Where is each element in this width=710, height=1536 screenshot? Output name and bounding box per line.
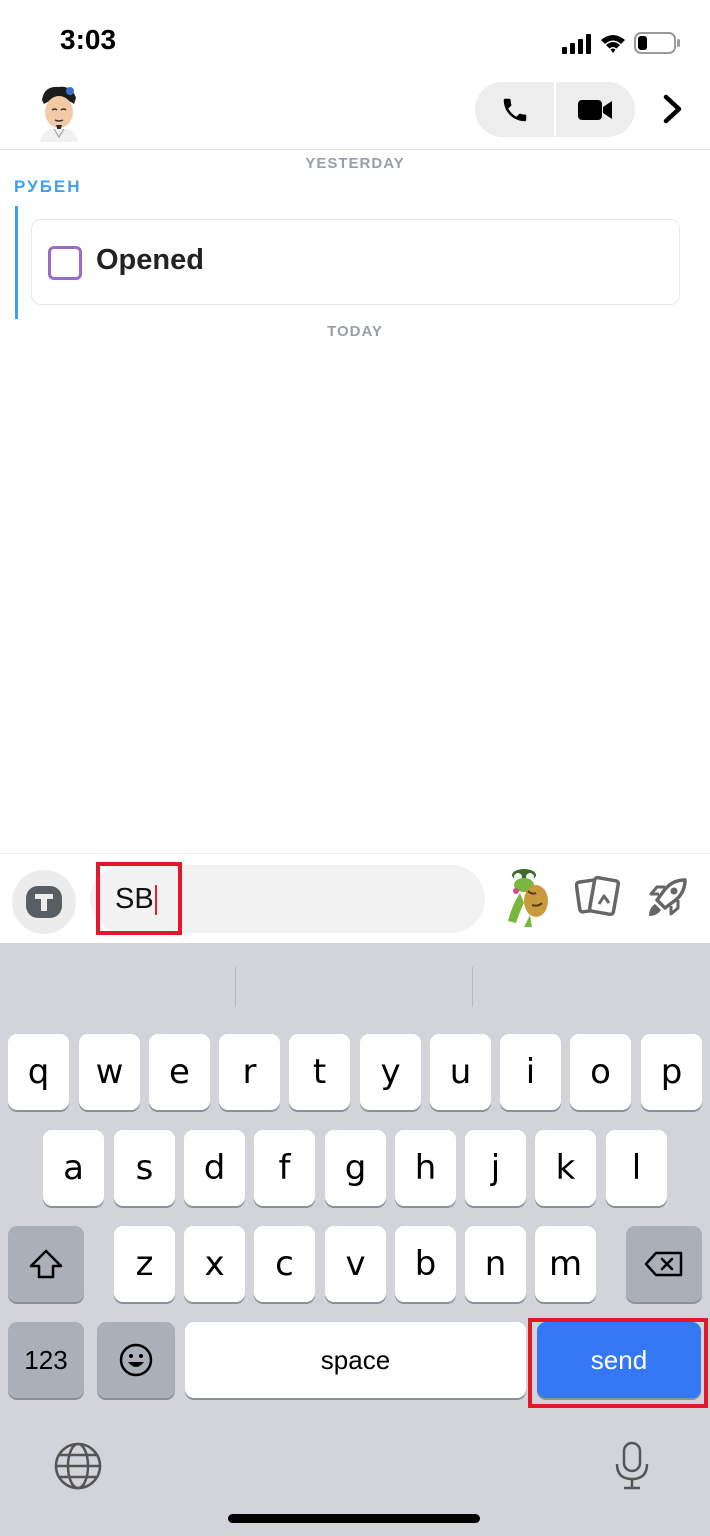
key-d[interactable]: d bbox=[184, 1130, 245, 1206]
text-tool-icon bbox=[26, 886, 62, 918]
key-f[interactable]: f bbox=[254, 1130, 315, 1206]
status-bar: 3:03 bbox=[0, 0, 710, 80]
status-time: 3:03 bbox=[60, 24, 117, 55]
sender-name: РУБЕН bbox=[14, 177, 82, 196]
phone-icon bbox=[503, 98, 526, 121]
space-key[interactable]: space bbox=[185, 1322, 526, 1398]
key-j[interactable]: j bbox=[465, 1130, 526, 1206]
key-t[interactable]: t bbox=[289, 1034, 350, 1110]
backspace-key[interactable] bbox=[626, 1226, 702, 1302]
send-highlight-box bbox=[528, 1318, 708, 1408]
key-b[interactable]: b bbox=[395, 1226, 456, 1302]
date-separator-today: TODAY bbox=[327, 323, 383, 340]
key-v[interactable]: v bbox=[325, 1226, 386, 1302]
key-p[interactable]: p bbox=[641, 1034, 702, 1110]
backspace-icon bbox=[644, 1251, 683, 1277]
call-buttons-group bbox=[475, 82, 635, 137]
keyboard: q w e r t y u i o p a s d f g h j k l z … bbox=[0, 943, 710, 1536]
input-highlight-box bbox=[96, 862, 182, 935]
snap-status-label: Opened bbox=[96, 244, 204, 276]
video-camera-icon bbox=[577, 99, 612, 120]
key-m[interactable]: m bbox=[535, 1226, 596, 1302]
key-u[interactable]: u bbox=[430, 1034, 491, 1110]
emoji-icon bbox=[119, 1343, 153, 1377]
date-separator-yesterday: YESTERDAY bbox=[305, 155, 405, 172]
cards-icon[interactable] bbox=[575, 874, 621, 920]
key-z[interactable]: z bbox=[114, 1226, 175, 1302]
key-o[interactable]: o bbox=[570, 1034, 631, 1110]
shift-icon bbox=[29, 1249, 63, 1279]
rocket-icon[interactable] bbox=[645, 874, 691, 920]
emoji-key[interactable] bbox=[97, 1322, 175, 1398]
key-g[interactable]: g bbox=[325, 1130, 386, 1206]
key-n[interactable]: n bbox=[465, 1226, 526, 1302]
wifi-icon bbox=[601, 35, 625, 53]
globe-icon[interactable] bbox=[52, 1440, 104, 1492]
key-e[interactable]: e bbox=[149, 1034, 210, 1110]
cellular-signal-icon bbox=[562, 34, 591, 54]
key-y[interactable]: y bbox=[360, 1034, 421, 1110]
suggestion-divider bbox=[235, 967, 236, 1007]
key-s[interactable]: s bbox=[114, 1130, 175, 1206]
suggestion-divider bbox=[472, 967, 473, 1007]
opened-snap-icon bbox=[48, 246, 82, 280]
sender-accent-bar bbox=[15, 206, 18, 319]
numbers-key[interactable]: 123 bbox=[8, 1322, 84, 1398]
key-k[interactable]: k bbox=[535, 1130, 596, 1206]
bitmoji-avatar-icon[interactable] bbox=[30, 82, 88, 142]
key-q[interactable]: q bbox=[8, 1034, 69, 1110]
battery-icon bbox=[634, 32, 680, 54]
voice-call-button[interactable] bbox=[475, 82, 554, 137]
chat-header bbox=[0, 80, 710, 150]
key-a[interactable]: a bbox=[43, 1130, 104, 1206]
key-r[interactable]: r bbox=[219, 1034, 280, 1110]
key-w[interactable]: w bbox=[79, 1034, 140, 1110]
key-x[interactable]: x bbox=[184, 1226, 245, 1302]
shift-key[interactable] bbox=[8, 1226, 84, 1302]
key-l[interactable]: l bbox=[606, 1130, 667, 1206]
microphone-icon[interactable] bbox=[612, 1440, 652, 1492]
frog-sticker-icon[interactable] bbox=[502, 865, 552, 929]
key-i[interactable]: i bbox=[500, 1034, 561, 1110]
chevron-right-icon[interactable] bbox=[660, 94, 686, 124]
text-tool-button[interactable] bbox=[12, 870, 76, 934]
key-h[interactable]: h bbox=[395, 1130, 456, 1206]
key-c[interactable]: c bbox=[254, 1226, 315, 1302]
video-call-button[interactable] bbox=[555, 82, 634, 137]
snap-message[interactable]: Opened bbox=[31, 219, 680, 305]
home-indicator bbox=[228, 1514, 480, 1523]
